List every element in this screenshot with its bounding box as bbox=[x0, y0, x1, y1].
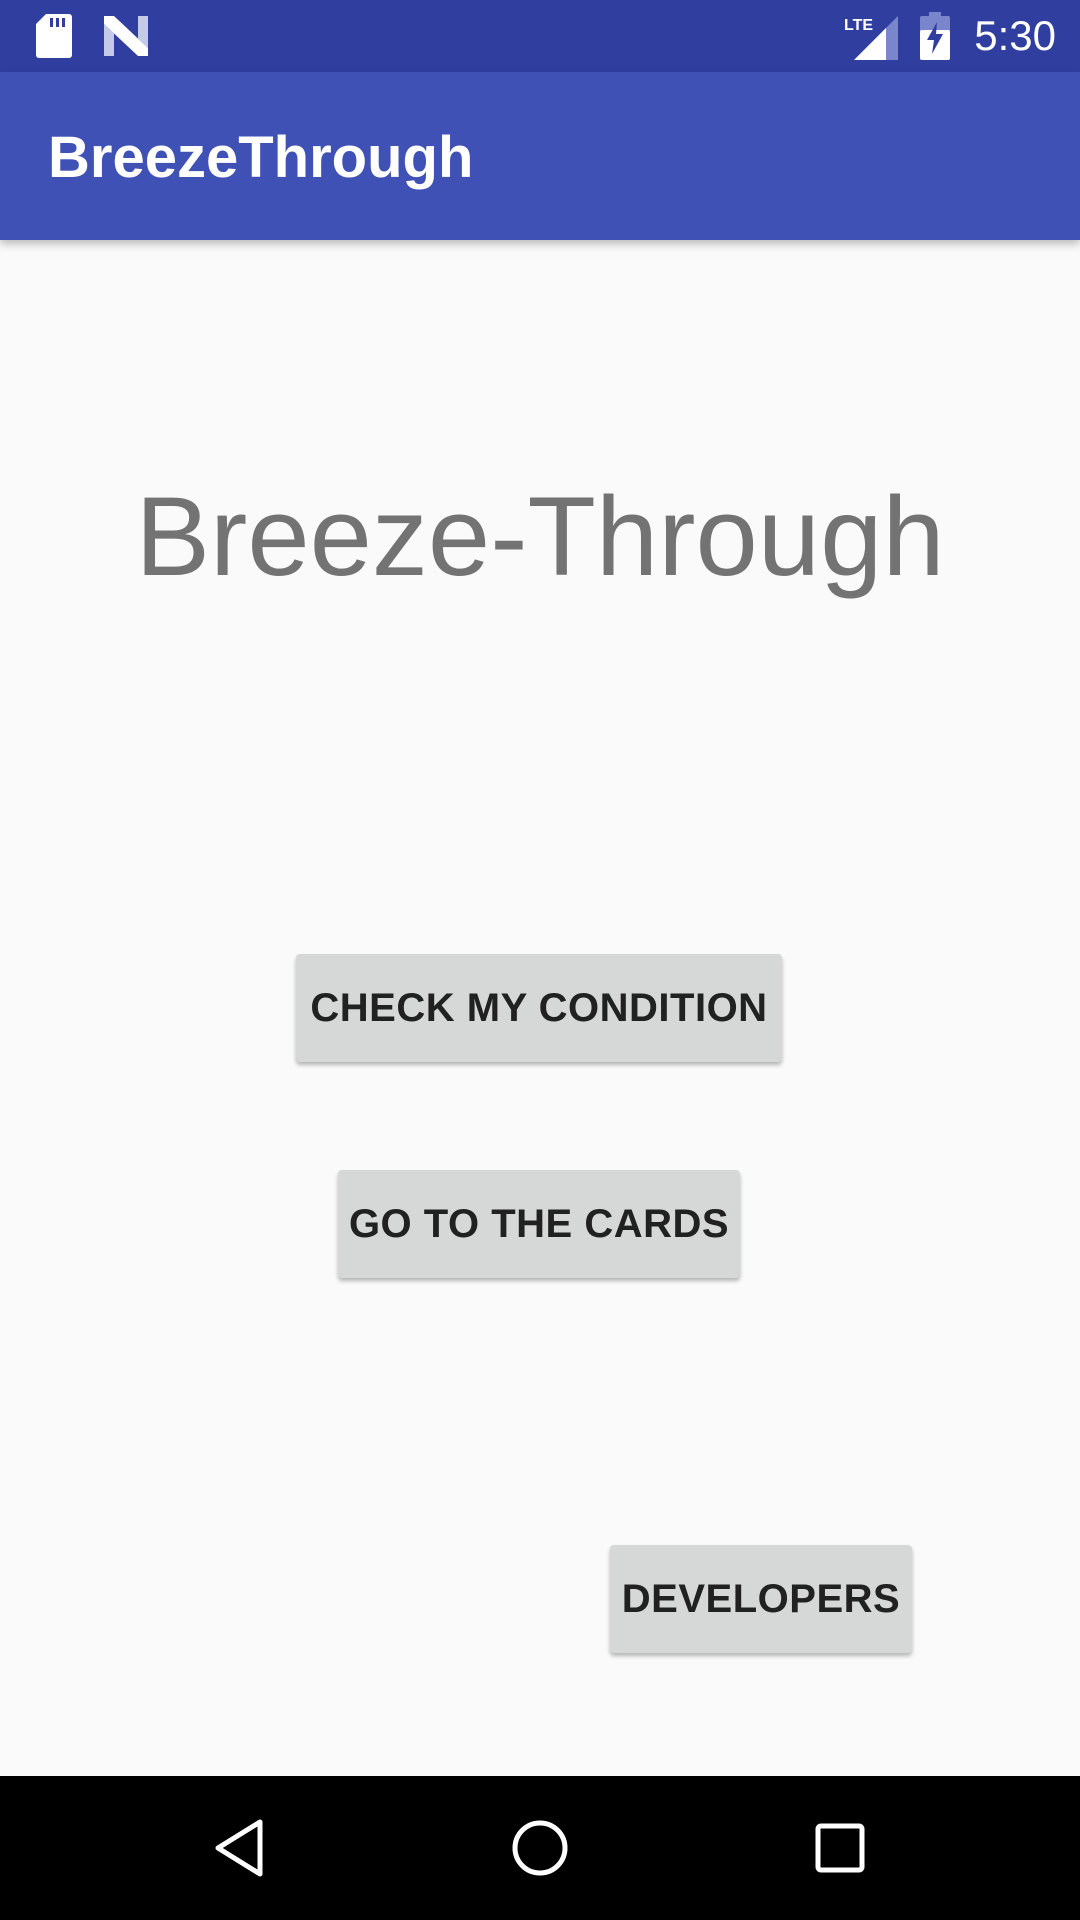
recents-icon[interactable] bbox=[804, 1812, 876, 1884]
app-bar: BreezeThrough bbox=[0, 72, 1080, 240]
developers-button[interactable]: DEVELOPERS bbox=[610, 1545, 912, 1653]
check-my-condition-button[interactable]: CHECK MY CONDITION bbox=[296, 954, 782, 1062]
screen: LTE 5:30 BreezeThrough Breeze-Through CH… bbox=[0, 0, 1080, 1920]
battery-charging-icon bbox=[920, 12, 950, 60]
status-time: 5:30 bbox=[974, 12, 1056, 59]
go-to-the-cards-button[interactable]: GO TO THE CARDS bbox=[338, 1170, 740, 1278]
home-icon[interactable] bbox=[504, 1812, 576, 1884]
sd-card-icon bbox=[36, 14, 72, 58]
status-bar: LTE 5:30 bbox=[0, 0, 1080, 72]
headline: Breeze-Through bbox=[135, 474, 945, 599]
back-icon[interactable] bbox=[204, 1812, 276, 1884]
app-title: BreezeThrough bbox=[48, 125, 474, 190]
main-content: Breeze-Through CHECK MY CONDITION GO TO … bbox=[0, 240, 1080, 1776]
lte-signal-icon: LTE bbox=[844, 16, 898, 60]
navigation-bar bbox=[0, 1776, 1080, 1920]
svg-text:LTE: LTE bbox=[844, 17, 873, 34]
n-logo-icon bbox=[104, 16, 148, 56]
